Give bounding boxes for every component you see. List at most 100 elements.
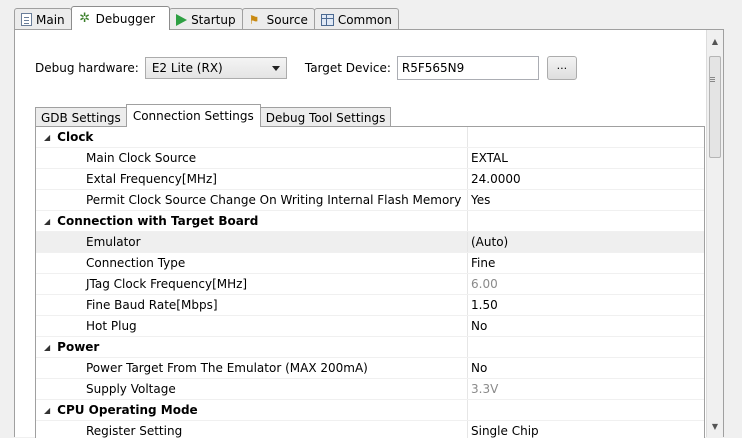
category-row[interactable]: ◢ Connection with Target Board (36, 211, 704, 232)
property-value-cell[interactable]: No (468, 316, 704, 336)
property-row[interactable]: Permit Clock Source Change On Writing In… (36, 190, 704, 211)
property-value-cell[interactable]: No (468, 358, 704, 378)
browse-device-button[interactable]: ... (546, 56, 577, 80)
property-name-cell: Emulator (36, 232, 468, 252)
scroll-up-icon[interactable]: ▲ (707, 34, 723, 50)
target-device-value: R5F565N9 (401, 61, 465, 75)
property-label: Supply Voltage (86, 382, 176, 396)
property-name-cell: Connection Type (36, 253, 468, 273)
expand-triangle-icon[interactable]: ◢ (44, 406, 50, 415)
property-row[interactable]: Emulator (Auto) (36, 232, 704, 253)
property-name-cell: Hot Plug (36, 316, 468, 336)
tab-main-label: Main (36, 12, 65, 27)
expand-triangle-icon[interactable]: ◢ (44, 217, 50, 226)
category-row[interactable]: ◢ Clock (36, 127, 704, 148)
tab-common-label: Common (337, 12, 392, 27)
category-row[interactable]: ◢ Power (36, 337, 704, 358)
property-label: Emulator (86, 235, 141, 249)
category-label: CPU Operating Mode (57, 403, 198, 417)
property-label: Hot Plug (86, 319, 137, 333)
debug-hardware-select[interactable]: E2 Lite (RX) (144, 57, 287, 79)
debugger-icon: ✲ (79, 10, 91, 26)
tab-source-label: Source (266, 12, 308, 27)
property-value-cell[interactable]: EXTAL (468, 148, 704, 168)
property-row[interactable]: Register Setting Single Chip (36, 421, 704, 438)
category-cell: ◢ Clock (36, 127, 468, 147)
category-label: Power (57, 340, 100, 354)
property-label: Extal Frequency[MHz] (86, 172, 217, 186)
tab-debugger[interactable]: ✲ Debugger (70, 6, 171, 30)
launch-config-tabs: Main ✲ Debugger Startup ⚑ Source Common (14, 6, 399, 30)
property-name-cell: Extal Frequency[MHz] (36, 169, 468, 189)
debug-hardware-row: Debug hardware: E2 Lite (RX) Target Devi… (35, 56, 577, 80)
property-label: JTag Clock Frequency[MHz] (86, 277, 248, 291)
property-row[interactable]: Connection Type Fine (36, 253, 704, 274)
category-value-cell (468, 211, 704, 231)
tab-startup[interactable]: Startup (169, 8, 243, 30)
tab-debug-tool-settings[interactable]: Debug Tool Settings (259, 107, 392, 127)
property-value-cell[interactable]: 3.3V (468, 379, 704, 399)
tab-source[interactable]: ⚑ Source (241, 8, 315, 30)
category-value-cell (468, 400, 704, 420)
tab-common[interactable]: Common (313, 8, 399, 30)
source-icon: ⚑ (248, 12, 260, 27)
property-name-cell: Supply Voltage (36, 379, 468, 399)
tab-gdb-settings[interactable]: GDB Settings (35, 107, 127, 127)
property-row[interactable]: Fine Baud Rate[Mbps] 1.50 (36, 295, 704, 316)
property-row[interactable]: Main Clock Source EXTAL (36, 148, 704, 169)
property-label: Register Setting (86, 424, 183, 438)
scrollbar-thumb[interactable] (709, 56, 721, 158)
property-name-cell: Power Target From The Emulator (MAX 200m… (36, 358, 468, 378)
target-device-label: Target Device: (304, 61, 391, 75)
property-value-cell[interactable]: 6.00 (468, 274, 704, 294)
tab-connection-settings[interactable]: Connection Settings (125, 104, 261, 127)
chevron-down-icon (271, 66, 280, 71)
property-value-cell[interactable]: 1.50 (468, 295, 704, 315)
property-name-cell: Permit Clock Source Change On Writing In… (36, 190, 468, 210)
document-icon (21, 13, 32, 26)
property-label: Permit Clock Source Change On Writing In… (86, 193, 462, 207)
tab-startup-label: Startup (191, 12, 236, 27)
property-name-cell: Register Setting (36, 421, 468, 438)
debug-hardware-value: E2 Lite (RX) (151, 61, 223, 75)
scroll-down-icon[interactable]: ▼ (707, 419, 723, 435)
property-row[interactable]: Supply Voltage 3.3V (36, 379, 704, 400)
category-row[interactable]: ◢ CPU Operating Mode (36, 400, 704, 421)
settings-tabs: GDB Settings Connection Settings Debug T… (35, 104, 392, 127)
category-label: Clock (57, 130, 94, 144)
property-row[interactable]: Power Target From The Emulator (MAX 200m… (36, 358, 704, 379)
common-icon (320, 13, 334, 26)
vertical-scrollbar[interactable]: ▲ ▼ (706, 30, 723, 437)
property-name-cell: Main Clock Source (36, 148, 468, 168)
property-row[interactable]: Hot Plug No (36, 316, 704, 337)
property-value-cell[interactable]: Yes (468, 190, 704, 210)
debugger-panel: Debug hardware: E2 Lite (RX) Target Devi… (14, 29, 724, 438)
property-label: Connection Type (86, 256, 186, 270)
property-name-cell: JTag Clock Frequency[MHz] (36, 274, 468, 294)
tab-main[interactable]: Main (14, 8, 72, 30)
property-value-cell[interactable]: Single Chip (468, 421, 704, 438)
target-device-field[interactable]: R5F565N9 (396, 56, 539, 80)
property-row[interactable]: JTag Clock Frequency[MHz] 6.00 (36, 274, 704, 295)
tab-debugger-label: Debugger (95, 11, 156, 26)
property-label: Fine Baud Rate[Mbps] (86, 298, 218, 312)
property-value-cell[interactable]: (Auto) (468, 232, 704, 252)
scrollbar-grip-icon (710, 77, 715, 78)
category-cell: ◢ Connection with Target Board (36, 211, 468, 231)
category-value-cell (468, 337, 704, 357)
debug-hardware-label: Debug hardware: (35, 61, 139, 75)
connection-settings-table: ◢ Clock Main Clock Source EXTAL Extal Freque… (35, 126, 705, 438)
category-cell: ◢ CPU Operating Mode (36, 400, 468, 420)
property-label: Main Clock Source (86, 151, 197, 165)
property-value-cell[interactable]: 24.0000 (468, 169, 704, 189)
expand-triangle-icon[interactable]: ◢ (44, 133, 50, 142)
property-name-cell: Fine Baud Rate[Mbps] (36, 295, 468, 315)
property-value-cell[interactable]: Fine (468, 253, 704, 273)
category-label: Connection with Target Board (57, 214, 259, 228)
property-row[interactable]: Extal Frequency[MHz] 24.0000 (36, 169, 704, 190)
category-value-cell (468, 127, 704, 147)
expand-triangle-icon[interactable]: ◢ (44, 343, 50, 352)
property-label: Power Target From The Emulator (MAX 200m… (86, 361, 368, 375)
category-cell: ◢ Power (36, 337, 468, 357)
play-icon (176, 13, 188, 26)
